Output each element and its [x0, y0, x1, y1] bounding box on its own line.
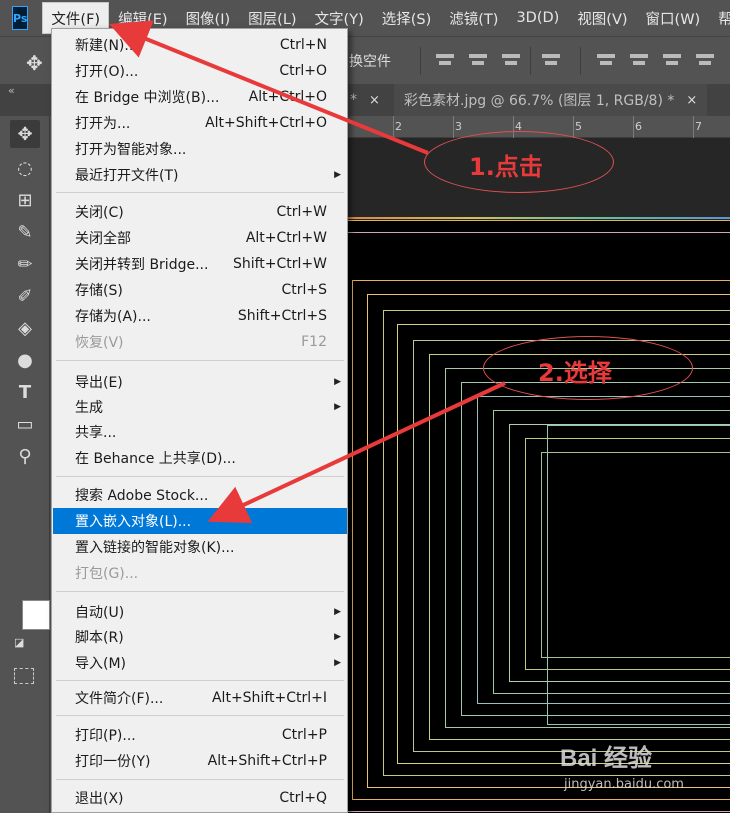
menu-item-file-info[interactable]: 文件简介(F)... Alt+Shift+Ctrl+I: [53, 685, 347, 711]
paint-bucket-tool-icon[interactable]: ◈: [10, 314, 40, 342]
baidu-logo: Bai 经验: [560, 745, 653, 772]
rectangle-tool-icon[interactable]: ▭: [10, 410, 40, 438]
ruler-label: 6: [635, 120, 642, 133]
align-top-icon[interactable]: [597, 51, 615, 69]
file-menu-dropdown: 新建(N)... Ctrl+N 打开(O)... Ctrl+O 在 Bridge 中…: [51, 28, 348, 813]
menu-item-new[interactable]: 新建(N)... Ctrl+N: [53, 32, 347, 58]
menu-item-automate[interactable]: 自动(U) ▶: [53, 599, 347, 625]
menu-item-open-as[interactable]: 打开为... Alt+Shift+Ctrl+O: [53, 110, 347, 136]
options-label: 换空件: [349, 54, 391, 70]
submenu-arrow-icon: ▶: [334, 377, 341, 387]
move-tool-icon[interactable]: ✥: [26, 51, 43, 75]
line-frame: [547, 425, 730, 725]
close-tab-icon[interactable]: ×: [686, 93, 697, 108]
move-tool-icon[interactable]: ✥: [10, 120, 40, 148]
eyedropper-tool-icon[interactable]: ✎: [10, 218, 40, 246]
menu-item-save-as[interactable]: 存储为(A)... Shift+Ctrl+S: [53, 303, 347, 329]
menu-item-place-embedded[interactable]: 置入嵌入对象(L)...: [53, 508, 347, 534]
line-frame: [347, 217, 730, 219]
menu-item-package: 打包(G)...: [75, 566, 139, 582]
divider: [580, 47, 581, 75]
menu-item-print[interactable]: 打印(P)... Ctrl+P: [53, 722, 347, 748]
ruler-label: 3: [455, 120, 462, 133]
menu-divider: [56, 715, 344, 716]
menu-divider: [56, 192, 344, 193]
menu-divider: [56, 360, 344, 361]
tab-title: 彩色素材.jpg @ 66.7% (图层 1, RGB/8) *: [404, 93, 675, 109]
menu-item-close-all[interactable]: 关闭全部 Alt+Ctrl+W: [53, 225, 347, 251]
annotation-step-1: 1.点击: [469, 153, 543, 181]
divider: [420, 47, 421, 75]
ruler-label: 5: [575, 120, 582, 133]
menu-divider: [56, 779, 344, 780]
menu-item-open-smart-object[interactable]: 打开为智能对象...: [53, 136, 347, 162]
menu-divider: [56, 591, 344, 592]
menu-item-export[interactable]: 导出(E) ▶: [53, 369, 347, 395]
align-bottom-icon[interactable]: [663, 51, 681, 69]
document-tab-1[interactable]: * ×: [350, 84, 380, 116]
ruler-label: 7: [695, 120, 702, 133]
brush-tool-icon[interactable]: ✏: [10, 250, 40, 278]
menu-item-generate[interactable]: 生成 ▶: [53, 394, 347, 420]
menu-select[interactable]: 选择(S): [373, 0, 441, 36]
zoom-tool-icon[interactable]: ⚲: [10, 442, 40, 470]
clone-stamp-tool-icon[interactable]: ✐: [10, 282, 40, 310]
distribute-icon[interactable]: [542, 51, 560, 69]
photoshop-logo-icon: Ps: [12, 6, 29, 30]
submenu-arrow-icon: ▶: [334, 632, 341, 642]
menu-filter[interactable]: 滤镜(T): [440, 0, 507, 36]
crop-tool-icon[interactable]: ⊞: [10, 186, 40, 214]
menu-window[interactable]: 窗口(W): [637, 0, 710, 36]
foreground-color-swatch[interactable]: [22, 600, 50, 630]
document-image: [347, 217, 730, 813]
lasso-tool-icon[interactable]: ◌: [10, 154, 40, 182]
menu-item-save[interactable]: 存储(S) Ctrl+S: [53, 277, 347, 303]
default-colors-icon[interactable]: ◪: [14, 636, 24, 649]
text-tool-icon[interactable]: T: [10, 378, 40, 406]
submenu-arrow-icon: ▶: [334, 607, 341, 617]
menu-item-recent-files[interactable]: 最近打开文件(T) ▶: [53, 162, 347, 188]
dodge-tool-icon[interactable]: ●: [10, 346, 40, 374]
menu-3d[interactable]: 3D(D): [507, 0, 568, 36]
align-left-icon[interactable]: [436, 51, 454, 69]
tools-panel: ✥ ◌ ⊞ ✎ ✏ ✐ ◈ ● T ▭ ⚲ ◪: [0, 116, 50, 813]
canvas-area[interactable]: [347, 138, 730, 813]
align-center-icon[interactable]: [469, 51, 487, 69]
submenu-arrow-icon: ▶: [334, 402, 341, 412]
divider: [530, 47, 531, 75]
menu-item-import[interactable]: 导入(M) ▶: [53, 650, 347, 676]
align-extra-icon[interactable]: [696, 51, 714, 69]
menu-help[interactable]: 帮: [709, 0, 730, 36]
collapse-panels-button[interactable]: «: [8, 84, 15, 97]
annotation-step-2: 2.选择: [538, 359, 612, 387]
menu-item-scripts[interactable]: 脚本(R) ▶: [53, 624, 347, 650]
menu-divider: [56, 680, 344, 681]
menu-item-print-one-copy[interactable]: 打印一份(Y) Alt+Shift+Ctrl+P: [53, 748, 347, 774]
submenu-arrow-icon: ▶: [334, 170, 341, 180]
align-right-icon[interactable]: [502, 51, 520, 69]
watermark-url: jingyan.baidu.com: [564, 777, 684, 792]
menu-item-place-linked[interactable]: 置入链接的智能对象(K)...: [53, 534, 347, 560]
menu-item-share[interactable]: 共享...: [53, 419, 347, 445]
menu-item-close[interactable]: 关闭(C) Ctrl+W: [53, 199, 347, 225]
close-tab-icon[interactable]: ×: [369, 93, 380, 108]
submenu-arrow-icon: ▶: [334, 658, 341, 668]
document-tab-2[interactable]: 彩色素材.jpg @ 66.7% (图层 1, RGB/8) * ×: [394, 84, 708, 116]
quick-mask-icon[interactable]: [14, 668, 34, 684]
menu-item-exit[interactable]: 退出(X) Ctrl+Q: [53, 785, 347, 811]
ruler-label: 2: [395, 120, 402, 133]
menu-item-share-behance[interactable]: 在 Behance 上共享(D)...: [53, 445, 347, 471]
menu-item-open[interactable]: 打开(O)... Ctrl+O: [53, 58, 347, 84]
menu-item-browse-bridge[interactable]: 在 Bridge 中浏览(B)... Alt+Ctrl+O: [53, 84, 347, 110]
align-middle-icon[interactable]: [630, 51, 648, 69]
baidu-watermark: Bai 经验 jingyan.baidu.com: [560, 738, 684, 792]
menu-item-revert: 恢复(V) F12: [75, 334, 327, 351]
menu-item-close-goto-bridge[interactable]: 关闭并转到 Bridge... Shift+Ctrl+W: [53, 251, 347, 277]
menu-divider: [56, 476, 344, 477]
menu-view[interactable]: 视图(V): [568, 0, 636, 36]
menu-item-search-adobe-stock[interactable]: 搜索 Adobe Stock...: [53, 482, 347, 508]
